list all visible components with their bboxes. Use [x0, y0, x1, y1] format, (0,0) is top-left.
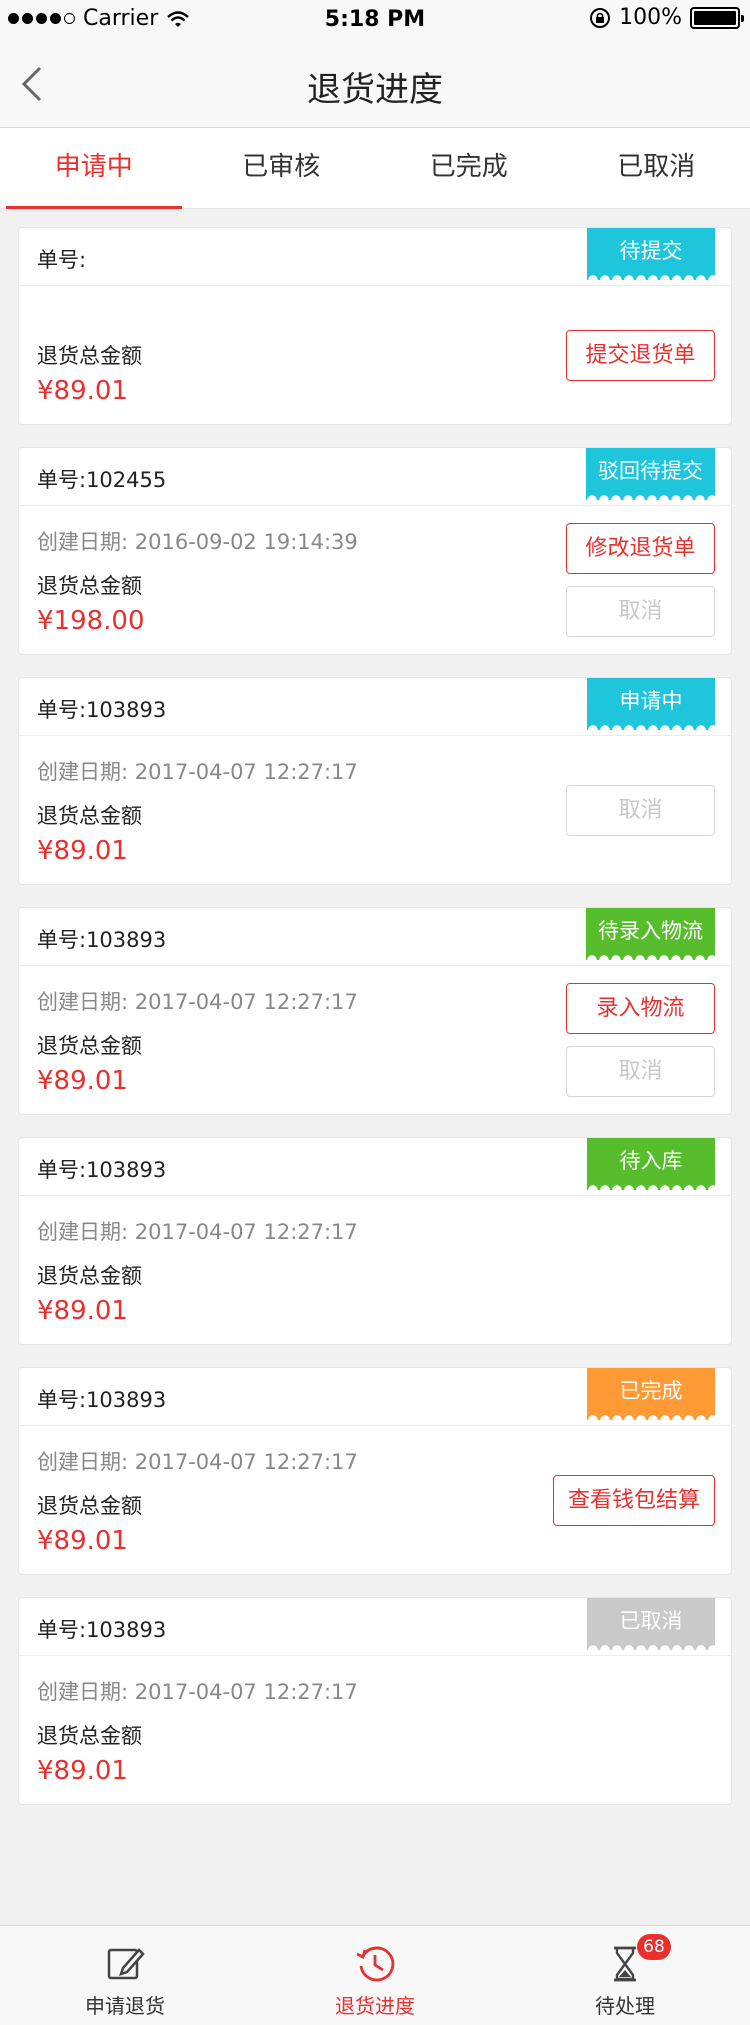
pending-count-badge: 68 [637, 1934, 671, 1960]
order-actions: 查看钱包结算 [552, 1426, 715, 1574]
order-card-header: 单号: 待提交 [19, 228, 731, 286]
order-number: 单号:103893 [37, 698, 167, 722]
tab-3[interactable]: 已取消 [563, 128, 750, 208]
order-card[interactable]: 单号:103893 待入库创建日期: 2017-04-07 12:27:17 退货总… [18, 1137, 732, 1345]
cancel-button[interactable]: 取消 [566, 784, 715, 836]
battery-label: 100% [619, 5, 682, 30]
status-badge: 待提交 [587, 228, 715, 280]
order-card-header: 单号:103893 已完成 [19, 1368, 731, 1426]
battery-icon [690, 6, 744, 29]
tabbar-item-1[interactable]: 退货进度 [250, 1926, 500, 2025]
status-badge: 驳回待提交 [586, 448, 715, 500]
order-actions: 修改退货单 取消 [566, 506, 715, 654]
order-card-body: 创建日期: 2017-04-07 12:27:17 退货总金额 ¥89.01 [19, 1656, 731, 1804]
order-number: 单号:103893 [37, 1618, 167, 1642]
created-date: 创建日期: 2017-04-07 12:27:17 [37, 1680, 358, 1704]
order-card-body: 创建日期: 2016-09-02 19:14:39 退货总金额 ¥198.00 修改退… [19, 506, 731, 654]
order-card[interactable]: 单号:103893 已取消创建日期: 2017-04-07 12:27:17 退货总… [18, 1597, 732, 1805]
tabbar-label: 待处理 [595, 1994, 655, 2018]
order-number: 单号:103893 [37, 1158, 167, 1182]
page-title: 退货进度 [307, 70, 443, 110]
status-badge: 申请中 [587, 678, 715, 730]
tabbar-label: 申请退货 [85, 1994, 165, 2018]
tabbar-item-0[interactable]: 申请退货 [0, 1926, 250, 2025]
order-list: 单号: 待提交 退货总金额 ¥89.01 提交退货单 单号:102455 驳回待提交 创建日期… [0, 209, 750, 1805]
order-card-header: 单号:103893 申请中 [19, 678, 731, 736]
order-card-header: 单号:102455 驳回待提交 [19, 448, 731, 506]
status-badge: 待入库 [587, 1138, 715, 1190]
order-card-body: 创建日期: 2017-04-07 12:27:17 退货总金额 ¥89.01 取消 [19, 736, 731, 884]
order-card[interactable]: 单号: 待提交退货总金额 ¥89.01 提交退货单 [18, 227, 732, 425]
cancel-button[interactable]: 取消 [566, 1046, 715, 1097]
order-actions: 取消 [566, 736, 715, 884]
tab-1[interactable]: 已审核 [188, 128, 376, 208]
tab-2[interactable]: 已完成 [375, 128, 563, 208]
action-button[interactable]: 查看钱包结算 [552, 1474, 715, 1526]
amount-label: 退货总金额 [37, 1724, 142, 1748]
order-card-header: 单号:103893 待入库 [19, 1138, 731, 1196]
order-number: 单号: [37, 248, 87, 272]
status-badge: 已完成 [587, 1368, 715, 1420]
status-bar: Carrier 5:18 PM 100% [0, 0, 750, 40]
order-number: 单号:103893 [37, 928, 167, 952]
amount-value: ¥89.01 [37, 1756, 128, 1786]
order-number: 单号:102455 [37, 468, 167, 492]
status-badge: 已取消 [587, 1598, 715, 1650]
status-badge: 待录入物流 [586, 908, 715, 960]
order-card-header: 单号:103893 已取消 [19, 1598, 731, 1656]
nav-bar: 退货进度 [0, 40, 750, 128]
action-button[interactable]: 提交退货单 [566, 329, 715, 381]
order-card-header: 单号:103893 待录入物流 [19, 908, 731, 966]
order-card-body: 创建日期: 2017-04-07 12:27:17 退货总金额 ¥89.01 录入物流… [19, 966, 731, 1114]
edit-icon [0, 1944, 250, 1984]
order-card[interactable]: 单号:103893 已完成创建日期: 2017-04-07 12:27:17 退货总… [18, 1367, 732, 1575]
order-card[interactable]: 单号:103893 申请中创建日期: 2017-04-07 12:27:17 退货总… [18, 677, 732, 885]
tabbar-label: 退货进度 [335, 1994, 415, 2018]
action-button[interactable]: 录入物流 [566, 983, 715, 1034]
created-date: 创建日期: 2017-04-07 12:27:17 [37, 1220, 358, 1244]
order-card-body: 退货总金额 ¥89.01 提交退货单 [19, 286, 731, 424]
clock-icon [250, 1944, 500, 1984]
bottom-tabbar: 申请退货 退货进度 待处理 68 [0, 1925, 750, 2025]
order-card[interactable]: 单号:103893 待录入物流创建日期: 2017-04-07 12:27:17 退… [18, 907, 732, 1115]
rotation-lock-icon [590, 7, 611, 28]
tab-0[interactable]: 申请中 [0, 128, 188, 209]
hourglass-icon [500, 1944, 750, 1984]
status-tabs: 申请中 已审核 已完成 已取消 [0, 128, 750, 209]
order-card-body: 创建日期: 2017-04-07 12:27:17 退货总金额 ¥89.01 查看钱包… [19, 1426, 731, 1574]
order-card[interactable]: 单号:102455 驳回待提交创建日期: 2016-09-02 19:14:39 退… [18, 447, 732, 655]
order-actions: 录入物流 取消 [566, 966, 715, 1114]
amount-value: ¥89.01 [37, 1296, 128, 1326]
tabbar-item-2[interactable]: 待处理 68 [500, 1926, 750, 2025]
order-number: 单号:103893 [37, 1388, 167, 1412]
cancel-button[interactable]: 取消 [566, 586, 715, 637]
order-card-body: 创建日期: 2017-04-07 12:27:17 退货总金额 ¥89.01 [19, 1196, 731, 1344]
status-right: 100% [589, 5, 744, 30]
order-actions: 提交退货单 [566, 286, 715, 424]
amount-label: 退货总金额 [37, 1264, 142, 1288]
action-button[interactable]: 修改退货单 [566, 523, 715, 574]
